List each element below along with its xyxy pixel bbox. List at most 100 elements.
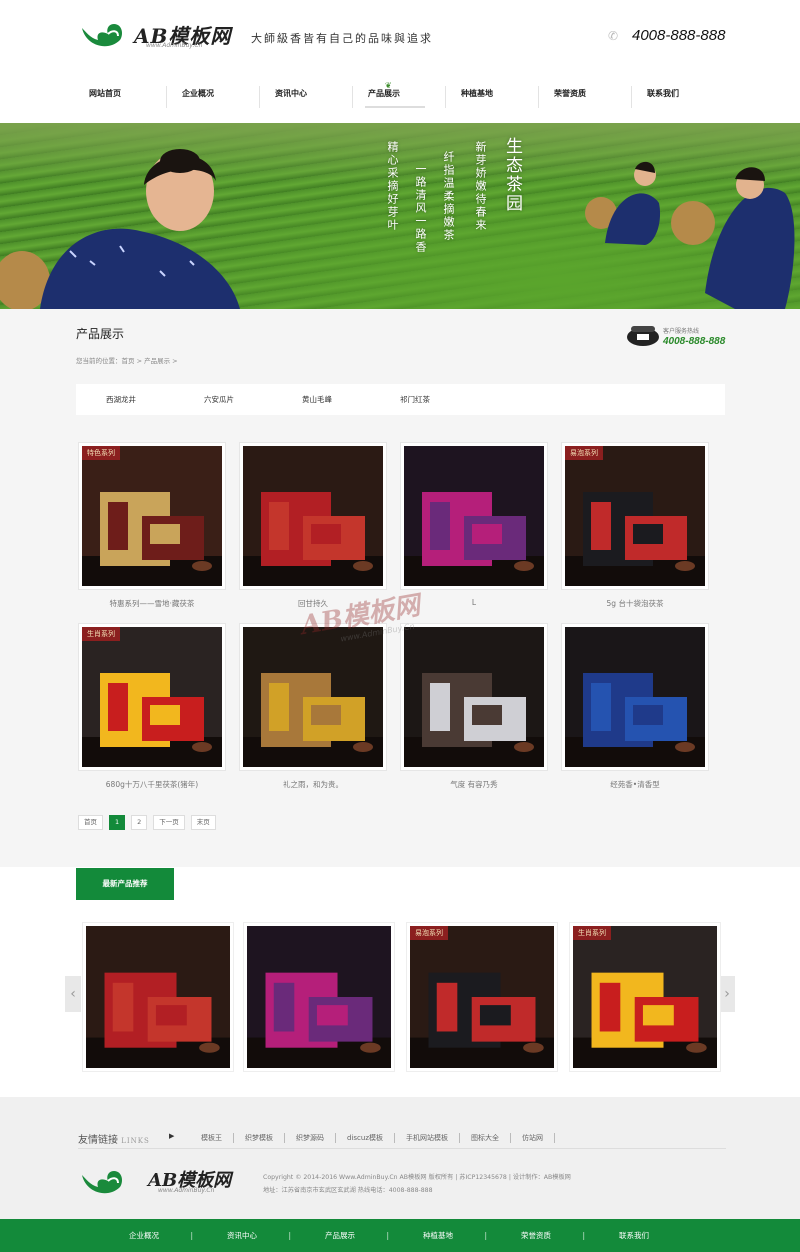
chevron-left-icon: ‹	[70, 986, 76, 1002]
recommend-tab[interactable]: 最新产品推荐	[76, 868, 174, 900]
banner-title: 生态茶园	[502, 137, 522, 213]
nav-label: 资讯中心	[275, 89, 307, 98]
product-card[interactable]	[400, 623, 548, 771]
nav-item-base[interactable]: 种植基地	[446, 78, 539, 112]
nav-label: 网站首页	[89, 89, 121, 98]
site-header: AB模板网 www.AdminBuy.Cn 大師級香皆有自己的品味與追求 ✆ 4…	[0, 0, 800, 123]
friend-link[interactable]: 织梦源码	[285, 1133, 336, 1143]
product-card[interactable]: 特色系列	[78, 442, 226, 590]
tea-pickers-figure	[585, 161, 795, 309]
page-first[interactable]: 首页	[78, 815, 103, 830]
footer-logo-icon[interactable]	[78, 1165, 128, 1201]
bottom-nav-item[interactable]: 资讯中心	[193, 1219, 291, 1252]
carousel-prev-button[interactable]: ‹	[65, 976, 81, 1012]
service-phone-icon	[627, 326, 659, 346]
nav-item-products[interactable]: ❦ 产品展示	[353, 78, 446, 112]
product-card[interactable]	[239, 442, 387, 590]
friend-link[interactable]: 模板王	[190, 1133, 234, 1143]
copyright-text: Copyright © 2014-2016 Www.AdminBuy.Cn AB…	[263, 1174, 571, 1181]
recommend-image-frame: 易泡系列	[410, 926, 554, 1068]
bottom-nav-item[interactable]: 产品展示	[291, 1219, 389, 1252]
service-phone: 4008-888-888	[663, 336, 726, 347]
recommend-image-frame	[247, 926, 391, 1068]
nav-label: 联系我们	[647, 89, 679, 98]
carousel-next-button[interactable]: ›	[719, 976, 735, 1012]
nav-item-about[interactable]: 企业概况	[167, 78, 260, 112]
category-link[interactable]: 黄山毛峰	[302, 384, 400, 415]
product-image-frame	[404, 446, 544, 586]
copyright-block: Copyright © 2014-2016 Www.AdminBuy.Cn AB…	[263, 1171, 571, 1197]
address-text: 地址：江苏省南京市玄武区玄武湖 热线电话：4008-888-888	[263, 1187, 433, 1194]
active-underline	[365, 106, 425, 108]
category-link[interactable]: 祁门红茶	[400, 384, 498, 415]
product-card[interactable]: 易泡系列	[561, 442, 709, 590]
bottom-nav-item[interactable]: 联系我们	[585, 1219, 683, 1252]
logo-icon[interactable]	[78, 18, 128, 54]
page-last[interactable]: 末页	[190, 815, 216, 830]
product-caption[interactable]: 5g 台十袋泡茯茶	[555, 598, 715, 609]
service-label: 客户服务热线	[663, 328, 700, 335]
recommend-card[interactable]	[243, 922, 395, 1072]
category-link[interactable]: 六安瓜片	[204, 384, 302, 415]
banner-line: 新芽娇嫩待春来	[474, 141, 487, 232]
product-caption[interactable]: 气度 有容乃秀	[394, 779, 554, 790]
product-card[interactable]	[561, 623, 709, 771]
product-image-frame	[243, 627, 383, 767]
nav-item-news[interactable]: 资讯中心	[260, 78, 353, 112]
banner-line: 纤指温柔摘嫩茶	[442, 151, 455, 242]
product-caption[interactable]: 特惠系列——雪地·藏茯茶	[72, 598, 232, 609]
friend-link[interactable]: 织梦模板	[234, 1133, 285, 1143]
product-card[interactable]	[400, 442, 548, 590]
footer-divider	[78, 1148, 726, 1149]
links-title-en: LINKS	[121, 1137, 150, 1145]
friend-link[interactable]: 手机网站模板	[395, 1133, 460, 1143]
product-image-frame: 易泡系列	[565, 446, 705, 586]
product-image	[82, 446, 222, 586]
recommend-image-frame	[86, 926, 230, 1068]
phone-icon: ✆	[608, 29, 619, 43]
product-image	[573, 926, 717, 1068]
product-caption[interactable]: 680g十万八千里茯茶(猪年)	[72, 779, 232, 790]
page-title: 产品展示	[76, 327, 125, 341]
links-title-cn: 友情链接	[78, 1135, 118, 1146]
product-card[interactable]: 生肖系列	[78, 623, 226, 771]
page-1[interactable]: 1	[109, 815, 126, 830]
bottom-nav-item[interactable]: 荣誉资质	[487, 1219, 585, 1252]
breadcrumb[interactable]: 您当前的位置：首页 > 产品展示 >	[76, 355, 178, 365]
product-image	[86, 926, 230, 1068]
product-image-frame	[565, 627, 705, 767]
nav-item-home[interactable]: 网站首页	[74, 78, 167, 112]
product-image	[247, 926, 391, 1068]
friend-link[interactable]: 仿站网	[511, 1133, 555, 1143]
product-image-frame	[404, 627, 544, 767]
page-2[interactable]: 2	[131, 815, 148, 830]
friend-link[interactable]: discuz模板	[336, 1133, 395, 1143]
header-phone: 4008-888-888	[632, 27, 726, 44]
nav-item-honor[interactable]: 荣誉资质	[539, 78, 632, 112]
bottom-nav-item[interactable]: 种植基地	[389, 1219, 487, 1252]
product-caption[interactable]: 礼之雨，和为贵。	[233, 779, 393, 790]
nav-label: 种植基地	[461, 89, 493, 98]
recommend-card[interactable]: 生肖系列	[569, 922, 721, 1072]
product-image	[243, 446, 383, 586]
play-arrow-icon: ▶	[169, 1132, 175, 1140]
series-tag: 生肖系列	[82, 627, 120, 641]
product-image	[410, 926, 554, 1068]
recommend-image-frame: 生肖系列	[573, 926, 717, 1068]
product-caption[interactable]: 经苑香•清香型	[555, 779, 715, 790]
nav-item-contact[interactable]: 联系我们	[632, 78, 725, 112]
series-tag: 易泡系列	[410, 926, 448, 940]
banner-line: 精心采摘好芽叶	[386, 141, 399, 232]
category-bar: 西湖龙井 六安瓜片 黄山毛峰 祁门红茶	[76, 384, 725, 415]
bottom-nav-item[interactable]: 企业概况	[95, 1219, 193, 1252]
product-card[interactable]	[239, 623, 387, 771]
recommend-card[interactable]: 易泡系列	[406, 922, 558, 1072]
product-image-frame: 生肖系列	[82, 627, 222, 767]
product-image-frame: 特色系列	[82, 446, 222, 586]
friend-link[interactable]: 图标大全	[460, 1133, 511, 1143]
recommend-card[interactable]	[82, 922, 234, 1072]
page-next[interactable]: 下一页	[153, 815, 185, 830]
category-link[interactable]: 西湖龙井	[106, 384, 204, 415]
nav-label: 产品展示	[368, 89, 400, 98]
pagination: 首页 1 2 下一页 末页	[78, 815, 216, 830]
